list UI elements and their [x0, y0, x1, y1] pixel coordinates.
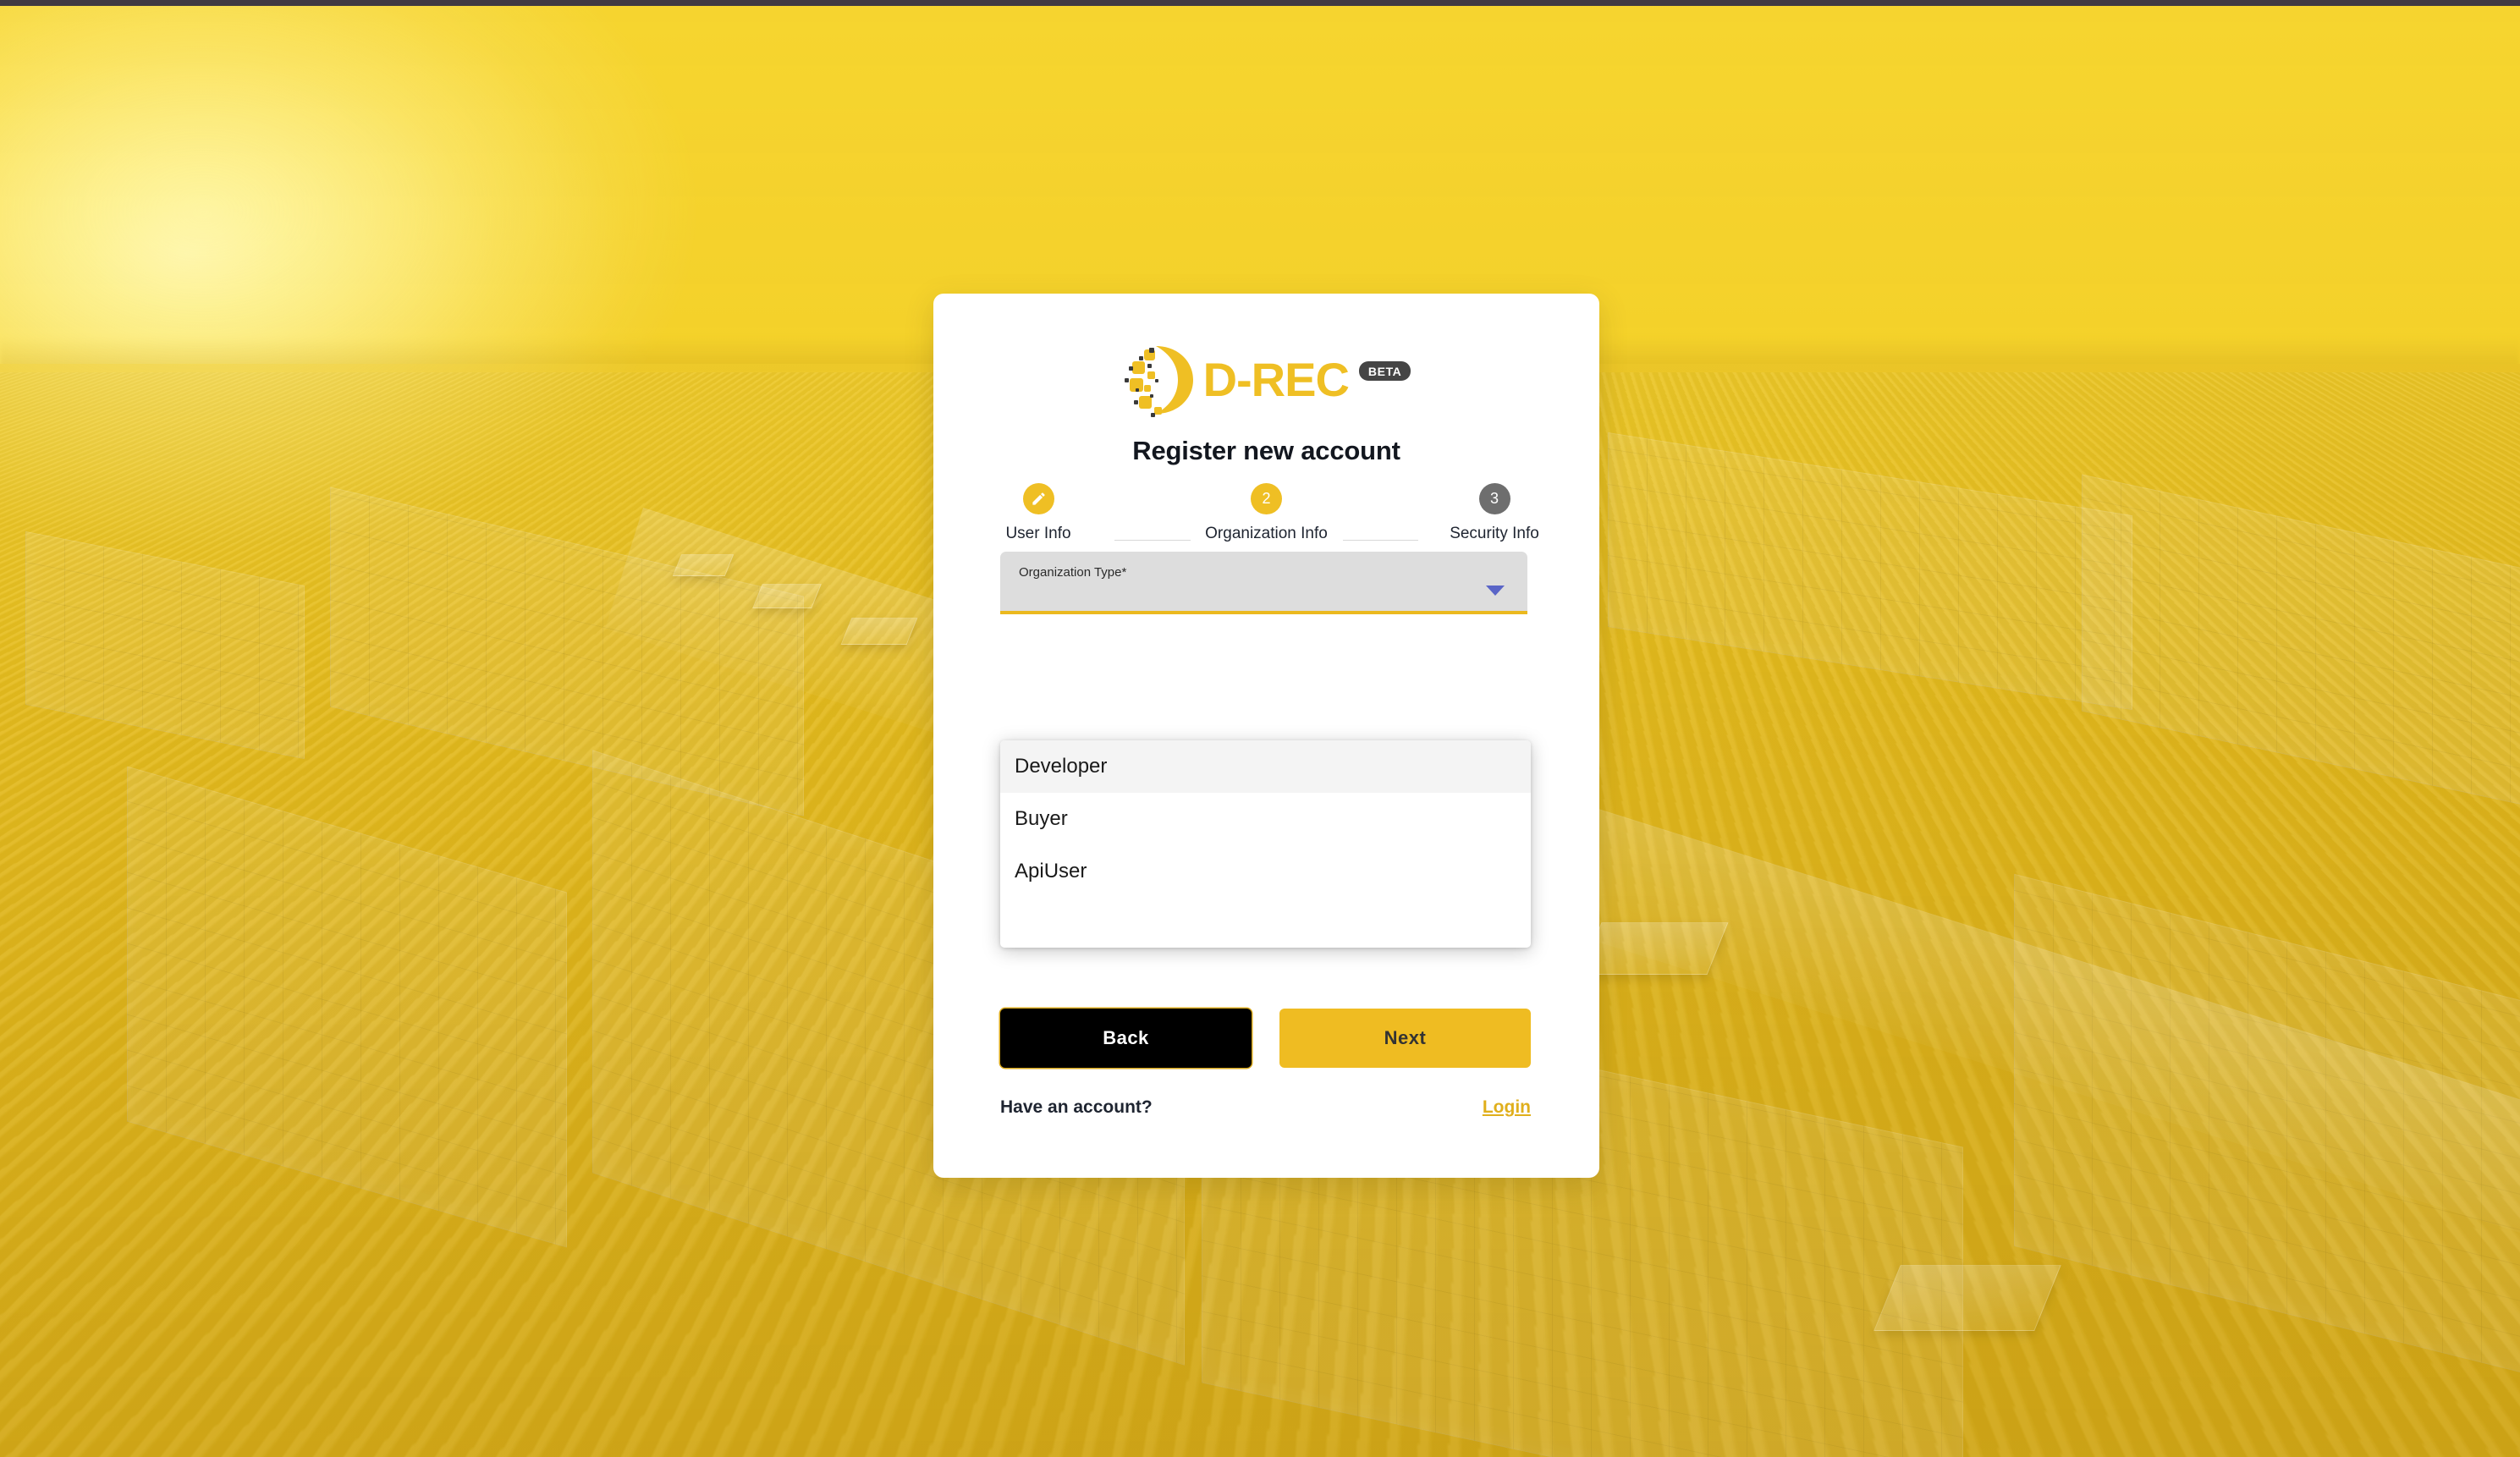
roof-vent [1873, 1265, 2061, 1331]
step-label: User Info [1005, 525, 1071, 542]
step-connector [1114, 540, 1191, 541]
step-label: Security Info [1450, 525, 1539, 542]
brand-logo: D-REC BETA [933, 341, 1599, 419]
step-organization-info[interactable]: 2 Organization Info [1191, 483, 1343, 543]
roof-vent [840, 618, 918, 645]
beta-badge: BETA [1358, 360, 1411, 381]
login-link[interactable]: Login [1483, 1097, 1531, 1118]
pencil-icon [1022, 483, 1054, 514]
roof-vent [1580, 922, 1729, 975]
have-account-text: Have an account? [1000, 1097, 1153, 1117]
step-number-icon: 3 [1478, 483, 1510, 514]
roof-vent [752, 584, 822, 608]
step-security-info[interactable]: 3 Security Info [1418, 483, 1571, 543]
step-label: Organization Info [1205, 525, 1328, 542]
step-user-info[interactable]: User Info [962, 483, 1114, 543]
drec-dissolving-d-logo-icon [1122, 341, 1200, 419]
chevron-down-icon[interactable] [1486, 586, 1505, 596]
next-button[interactable]: Next [1279, 1009, 1531, 1068]
organization-type-select[interactable]: Organization Type* [1000, 552, 1527, 614]
back-button[interactable]: Back [1000, 1009, 1252, 1068]
step-connector [1342, 540, 1418, 541]
organization-type-dropdown-menu[interactable]: Developer Buyer ApiUser [1000, 740, 1531, 948]
step-number-icon: 2 [1251, 483, 1282, 514]
dropdown-option-developer[interactable]: Developer [1000, 740, 1531, 793]
form-actions: Back Next [1000, 1009, 1531, 1068]
organization-type-label: Organization Type* [1019, 565, 1127, 580]
registration-stepper: User Info 2 Organization Info 3 Security… [962, 483, 1571, 543]
brand-wordmark: D-REC [1202, 353, 1350, 406]
login-prompt-row: Have an account? Login [1000, 1097, 1531, 1118]
registration-card: D-REC BETA Register new account User Inf… [933, 294, 1599, 1178]
dropdown-option-buyer[interactable]: Buyer [1000, 793, 1531, 845]
dropdown-option-apiuser[interactable]: ApiUser [1000, 845, 1531, 898]
browser-chrome-bar [0, 0, 2520, 6]
page-title: Register new account [1132, 436, 1400, 465]
roof-vent [672, 554, 735, 576]
